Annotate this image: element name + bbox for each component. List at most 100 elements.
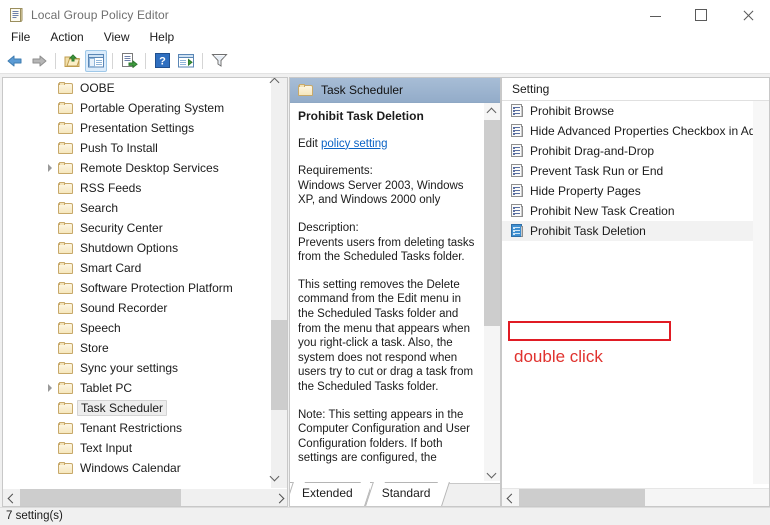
tree-node[interactable]: Remote Desktop Services [3,158,270,178]
tree-node[interactable]: RSS Feeds [3,178,270,198]
menu-bar: File Action View Help [0,27,770,48]
extended-standard-tabs: Extended Standard [290,482,500,506]
show-action-pane-icon[interactable] [175,50,197,72]
folder-icon [58,261,74,275]
tab-standard[interactable]: Standard [369,482,441,506]
settings-row[interactable]: Prohibit New Task Creation [502,201,769,221]
tree-node-label: Windows Calendar [80,461,181,475]
settings-row[interactable]: Prevent Task Run or End [502,161,769,181]
menu-file[interactable]: File [2,28,39,47]
back-icon[interactable] [4,50,26,72]
tree-node[interactable]: Windows Color System [3,478,270,481]
tree-node-label: Speech [80,321,121,335]
tree-node[interactable]: Sound Recorder [3,298,270,318]
tree-node-label: Smart Card [80,261,142,275]
content-area: OOBE Portable Operating System Presentatio… [0,74,770,510]
settings-row-label: Prevent Task Run or End [530,164,664,178]
tree-node-label: OOBE [80,81,115,95]
settings-row[interactable]: Hide Property Pages [502,181,769,201]
tree-node-label: Sync your settings [80,361,179,375]
extended-scroll-down-button[interactable] [484,464,500,481]
tree-node[interactable]: Search [3,198,270,218]
tree-node-label: Task Scheduler [77,400,168,416]
tree-node[interactable]: Software Protection Platform [3,278,270,298]
tree-node[interactable]: Sync your settings [3,358,270,378]
tree-node[interactable]: Store [3,338,270,358]
tree-vertical-scrollbar[interactable] [270,78,287,489]
extended-pane-header-title: Task Scheduler [321,83,404,97]
folder-icon [58,201,74,215]
double-click-annotation: double click [514,347,603,366]
tree-node-label: Shutdown Options [80,241,179,255]
toolbar-separator [145,52,146,69]
tree-node[interactable]: Tenant Restrictions [3,418,270,438]
policy-setting-icon [511,164,524,178]
toolbar-separator [55,52,56,69]
settings-horizontal-scrollbar[interactable] [502,488,769,506]
chevron-right-icon[interactable] [47,164,56,173]
settings-list[interactable]: Prohibit Browse Hide Advanced Properties … [502,101,769,484]
menu-view[interactable]: View [95,28,139,47]
settings-row-label: Hide Advanced Properties Checkbox in Add… [530,124,769,138]
maximize-button[interactable] [678,0,724,30]
description-label: Description: [298,221,359,234]
help-icon[interactable]: ? [151,50,173,72]
minimize-button[interactable] [632,0,678,30]
folder-icon [58,121,74,135]
filter-icon[interactable] [208,50,230,72]
folder-icon [58,141,74,155]
menu-help[interactable]: Help [141,28,184,47]
folder-icon [58,241,74,255]
settings-scroll-left-button[interactable] [502,489,519,506]
tree-scroll-thumb[interactable] [271,320,287,410]
up-folder-icon[interactable] [61,50,83,72]
tree-node[interactable]: OOBE [3,78,270,98]
toolbar: ? [0,48,770,74]
chevron-right-icon[interactable] [47,384,56,393]
tree-scroll-up-button[interactable] [271,78,287,95]
forward-icon[interactable] [28,50,50,72]
settings-row[interactable]: Prohibit Browse [502,101,769,121]
extended-pane-scrollbar[interactable] [484,103,500,481]
tree-node[interactable]: Speech [3,318,270,338]
policy-setting-link[interactable]: policy setting [321,138,387,150]
description-paragraph-2: This setting removes the Delete command … [298,278,474,393]
settings-row[interactable]: Prohibit Drag-and-Drop [502,141,769,161]
toolbar-separator [202,52,203,69]
menu-action[interactable]: Action [41,28,92,47]
tree-node[interactable]: Windows Calendar [3,458,270,478]
settings-hscroll-thumb[interactable] [519,489,645,506]
tree-node[interactable]: Shutdown Options [3,238,270,258]
tree-node-label: Store [80,341,109,355]
extended-scroll-up-button[interactable] [484,103,500,120]
tree-scroll-down-button[interactable] [271,472,287,489]
show-hide-console-tree-icon[interactable] [85,49,107,72]
settings-row-selected[interactable]: Prohibit Task Deletion [502,221,769,241]
policy-tree[interactable]: OOBE Portable Operating System Presentatio… [3,78,270,481]
settings-column-header[interactable]: Setting [502,78,769,101]
folder-icon [58,401,74,415]
settings-row[interactable]: Hide Advanced Properties Checkbox in Add… [502,121,769,141]
tree-node[interactable]: Portable Operating System [3,98,270,118]
tree-node[interactable]: Push To Install [3,138,270,158]
tree-scroll-right-button[interactable] [270,489,287,506]
tree-node[interactable]: Smart Card [3,258,270,278]
settings-row-label: Prohibit New Task Creation [530,204,675,218]
tree-scroll-left-button[interactable] [3,489,20,506]
folder-icon [58,81,74,95]
tree-node[interactable]: Tablet PC [3,378,270,398]
tree-node[interactable]: Security Center [3,218,270,238]
tab-extended[interactable]: Extended [290,482,363,506]
tree-hscroll-thumb[interactable] [20,489,181,506]
folder-icon [58,361,74,375]
extended-scroll-thumb[interactable] [484,120,500,326]
tree-node[interactable]: Presentation Settings [3,118,270,138]
tree-horizontal-scrollbar[interactable] [3,488,287,506]
tree-node[interactable]: Task Scheduler [3,398,270,418]
description-paragraph-3: Note: This setting appears in the Comput… [298,408,470,465]
tree-node[interactable]: Text Input [3,438,270,458]
close-button[interactable] [724,0,770,30]
tree-node-label: Search [80,201,119,215]
settings-vertical-scrollbar[interactable] [753,101,769,484]
export-list-icon[interactable] [118,50,140,72]
